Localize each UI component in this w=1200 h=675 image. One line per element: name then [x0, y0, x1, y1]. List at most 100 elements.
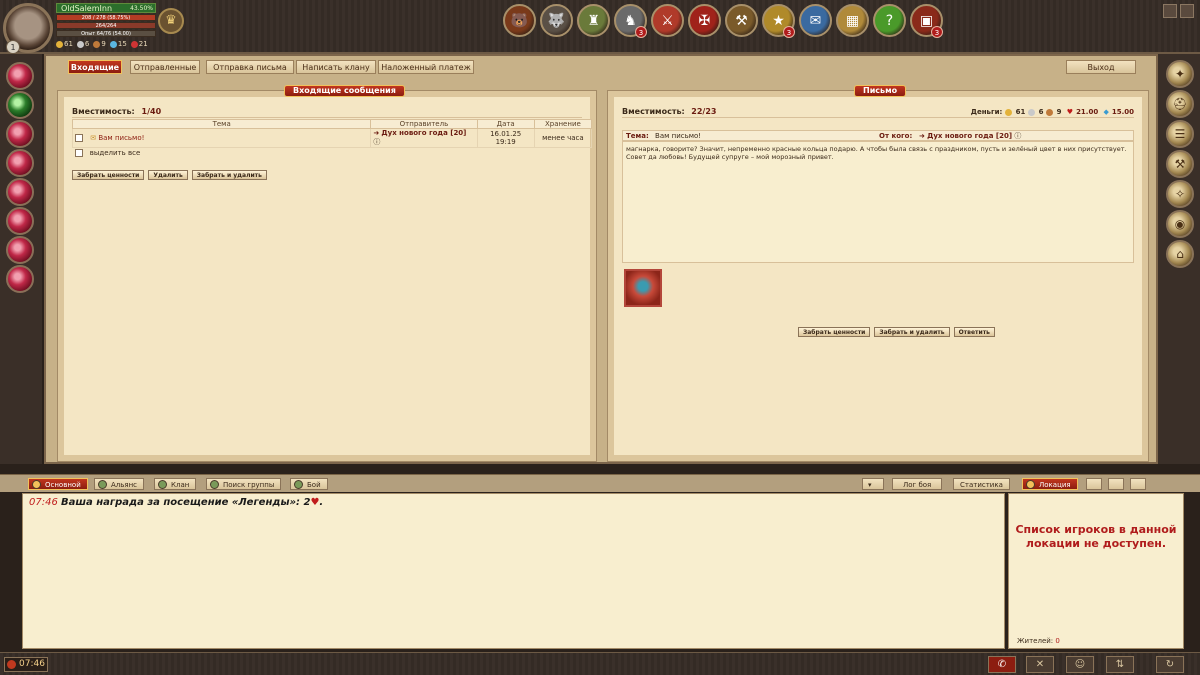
message-text: Ваша награда за посещение «Легенды»: 2 — [61, 497, 311, 508]
location-tab[interactable]: Локация — [1022, 478, 1078, 490]
silver-amount: 6 — [76, 40, 89, 48]
chevron-down-icon: ▾ — [868, 481, 872, 489]
menu-hammer-icon[interactable]: ⚒ — [1166, 150, 1194, 178]
table-row[interactable]: ✉ Вам письмо! ➜ Дух нового года [20] ⓘ 1… — [71, 128, 593, 148]
tab-write-clan[interactable]: Написать клану — [296, 60, 376, 74]
chat-collapse-button[interactable]: ▾ — [862, 478, 884, 490]
col-subject: Тема — [71, 119, 372, 129]
chat-filter-icon[interactable] — [1108, 478, 1124, 490]
clan-icon[interactable]: ✠ — [688, 4, 721, 37]
craft-icon[interactable]: ⚒ — [725, 4, 758, 37]
chat-tab-main[interactable]: Основной — [28, 478, 88, 490]
envelope-icon: ✉ — [90, 134, 97, 142]
chest-icon[interactable]: ▣ 3 — [910, 4, 943, 38]
battle-log-button[interactable]: Лог боя — [892, 478, 943, 490]
help-icon[interactable]: ? — [873, 4, 906, 37]
gift-item-icon[interactable] — [624, 269, 662, 307]
take-and-delete-button[interactable]: Забрать и удалить — [874, 327, 950, 337]
money-silver: 6 — [1038, 108, 1044, 116]
crown-icon[interactable]: ♛ — [158, 8, 184, 34]
take-valuables-button[interactable]: Забрать ценности — [798, 327, 871, 337]
capacity-label: Вместимость: — [72, 107, 135, 116]
rune-slot-5-icon[interactable] — [6, 178, 34, 206]
chat-tab-group-search[interactable]: Поиск группы — [206, 478, 282, 490]
gold-coin-icon — [56, 40, 63, 48]
chat-message: 07:46 Ваша награда за посещение «Легенды… — [29, 497, 324, 508]
menu-craft-icon[interactable]: ✧ — [1166, 180, 1194, 208]
chat-settings-icon[interactable] — [1086, 478, 1102, 490]
chat-tab-clan[interactable]: Клан — [154, 478, 197, 490]
wolf-icon[interactable]: 🐺 — [540, 4, 573, 37]
row-checkbox[interactable] — [75, 134, 83, 142]
col-sender: Отправитель — [370, 119, 478, 129]
chat-main-icon — [32, 480, 41, 489]
delete-button[interactable]: Удалить — [148, 170, 188, 180]
player-name-bar[interactable]: OldSalemInn 43.50% — [56, 3, 156, 13]
notification-badge: 3 — [635, 26, 647, 38]
menu-bag-icon[interactable]: ◉ — [1166, 210, 1194, 238]
heart-icon: ♥ — [1066, 108, 1074, 116]
menu-helmet-icon[interactable]: ⛑ — [1166, 90, 1194, 118]
statistics-button[interactable]: Статистика — [953, 478, 1010, 490]
col-storage: Хранение — [533, 119, 593, 129]
menu-house-icon[interactable]: ⌂ — [1166, 240, 1194, 268]
castle-icon[interactable]: ♜ — [577, 4, 610, 37]
players-unavailable-message: Список игроков в данной локации не досту… — [1015, 523, 1177, 550]
tab-cod[interactable]: Наложенный платеж — [378, 60, 474, 74]
top-bar: 1 OldSalemInn 43.50% 208 / 278 (58.75%) … — [0, 0, 1200, 54]
mail-tabs: Входящие Отправленные Отправка письма На… — [46, 60, 1156, 76]
chat-sound-icon[interactable] — [1130, 478, 1146, 490]
quest-icon[interactable]: ★ 3 — [762, 4, 795, 38]
gem-icon: ◆ — [1103, 108, 1109, 116]
chat-tab-battle[interactable]: Бой — [290, 478, 328, 490]
row-subject-cell[interactable]: ✉ Вам письмо! — [71, 128, 372, 148]
message-time: 07:46 — [29, 497, 58, 508]
rune-slot-4-icon[interactable] — [6, 149, 34, 177]
minimize-icon[interactable] — [1163, 4, 1177, 18]
player-status-block: OldSalemInn 43.50% 208 / 278 (58.75%) 26… — [56, 3, 156, 49]
rune-slot-6-icon[interactable] — [6, 207, 34, 235]
chat-group-icon — [210, 480, 219, 489]
inbox-panel: Входящие сообщения Вместимость: 1/40 Тем… — [57, 85, 597, 462]
rune-slot-7-icon[interactable] — [6, 236, 34, 264]
rune-slot-8-icon[interactable] — [6, 265, 34, 293]
treasury-icon[interactable]: ▦ — [836, 4, 869, 37]
take-valuables-button[interactable]: Забрать ценности — [72, 170, 145, 180]
arrows-icon[interactable]: ⇅ — [1106, 656, 1134, 673]
take-and-delete-button[interactable]: Забрать и удалить — [191, 170, 267, 180]
chat-tab-alliance[interactable]: Альянс — [94, 478, 145, 490]
bear-icon[interactable]: 🐻 — [503, 4, 536, 37]
close-icon[interactable]: ✕ — [1026, 656, 1054, 673]
refresh-icon[interactable]: ↻ — [1156, 656, 1184, 673]
row-subject[interactable]: Вам письмо! — [98, 134, 144, 142]
exit-button[interactable]: Выход — [1066, 60, 1136, 74]
emote-icon[interactable]: ☺ — [1066, 656, 1094, 673]
rune-slot-3-icon[interactable] — [6, 120, 34, 148]
info-icon[interactable]: ⓘ — [1014, 132, 1021, 140]
select-all-checkbox[interactable] — [74, 149, 83, 158]
rune-slot-1-icon[interactable] — [6, 62, 34, 90]
tab-inbox[interactable]: Входящие — [68, 60, 122, 74]
call-icon[interactable]: ✆ — [988, 656, 1016, 673]
knight-icon[interactable]: ♞ 3 — [614, 4, 647, 38]
arena-icon[interactable]: ⚔ — [651, 4, 684, 37]
letter-title: Письмо — [854, 85, 907, 97]
row-sender[interactable]: Дух нового года [20] — [381, 129, 466, 137]
tab-send-letter[interactable]: Отправка письма — [206, 60, 294, 74]
chat-messages[interactable]: 07:46 Ваша награда за посещение «Легенды… — [22, 493, 1005, 649]
menu-map-icon[interactable]: ✦ — [1166, 60, 1194, 88]
reply-button[interactable]: Ответить — [953, 327, 995, 337]
letter-from-name[interactable]: Дух нового года [20] — [927, 132, 1012, 140]
inbox-capacity: Вместимость: 1/40 — [72, 106, 582, 118]
heart-icon — [130, 40, 138, 48]
fullscreen-icon[interactable] — [1180, 4, 1194, 18]
menu-spellbook-icon[interactable]: ☰ — [1166, 120, 1194, 148]
chat-clan-icon — [158, 480, 167, 489]
info-icon[interactable]: ⓘ — [373, 138, 380, 146]
mana-bar: 264/264 — [56, 22, 156, 29]
rune-slot-2-icon[interactable] — [6, 91, 34, 119]
select-all-cell[interactable]: выделить все — [73, 148, 592, 159]
map-icon[interactable]: ✉ — [799, 4, 832, 37]
select-all-label: выделить все — [89, 149, 141, 158]
tab-sent[interactable]: Отправленные — [130, 60, 200, 74]
